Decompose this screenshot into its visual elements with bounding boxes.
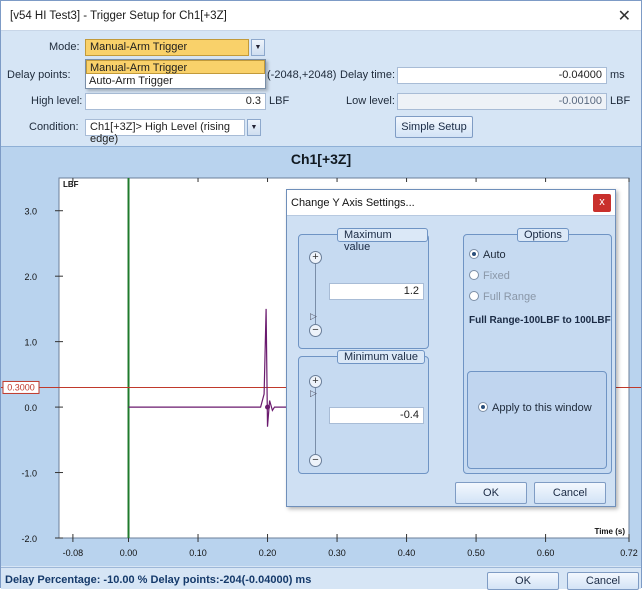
radio-apply-window[interactable]: Apply to this window xyxy=(478,402,592,414)
radio-fixed[interactable]: Fixed xyxy=(469,270,510,282)
y-axis-settings-dialog: Change Y Axis Settings... x Maximum valu… xyxy=(286,189,616,507)
trigger-level-label: 0.3000 xyxy=(7,382,35,392)
x-axis-label: Time (s) xyxy=(594,527,625,536)
mode-dropdown-arrow-icon[interactable]: ▼ xyxy=(251,39,265,56)
radio-dot-icon xyxy=(469,249,479,259)
radio-dot-icon xyxy=(469,270,479,280)
options-group: Options Auto Fixed Full Range Full Range… xyxy=(463,228,612,474)
delay-points-range: (-2048,+2048) xyxy=(267,69,337,81)
delay-time-input[interactable]: -0.04000 xyxy=(397,67,607,84)
x-tick-label: 0.20 xyxy=(259,548,277,558)
min-value-input[interactable]: -0.4 xyxy=(329,407,424,424)
radio-auto-label: Auto xyxy=(483,249,506,261)
radio-fixed-label: Fixed xyxy=(483,270,510,282)
apply-group: Apply to this window xyxy=(467,371,607,469)
y-tick-label: 1.0 xyxy=(24,338,37,348)
max-value-input[interactable]: 1.2 xyxy=(329,283,424,300)
min-increase-icon[interactable]: + xyxy=(309,375,322,388)
high-level-input[interactable]: 0.3 xyxy=(85,93,266,110)
trigger-setup-window: [v54 HI Test3] - Trigger Setup for Ch1[+… xyxy=(0,0,642,590)
x-tick-label: -0.08 xyxy=(63,548,84,558)
cancel-button[interactable]: Cancel xyxy=(567,572,639,590)
max-value-caption: Maximum value xyxy=(337,228,428,253)
title-bar: [v54 HI Test3] - Trigger Setup for Ch1[+… xyxy=(1,1,641,31)
high-level-unit: LBF xyxy=(269,95,290,107)
y-axis-label: LBF xyxy=(63,180,79,189)
min-decrease-icon[interactable]: − xyxy=(309,454,322,467)
radio-full-range[interactable]: Full Range xyxy=(469,291,536,303)
y-tick-label: 0.0 xyxy=(24,403,37,413)
radio-dot-icon xyxy=(478,402,488,412)
radio-full-label: Full Range xyxy=(483,291,537,303)
max-value-group: Maximum value + ▷ − 1.2 xyxy=(298,228,429,349)
y-tick-label: -2.0 xyxy=(21,534,37,544)
low-level-input[interactable]: -0.00100 xyxy=(397,93,607,110)
delay-time-label: Delay time: xyxy=(340,69,396,81)
min-slider-thumb-icon[interactable]: ▷ xyxy=(310,388,320,398)
min-value-group: Minimum value + ▷ − -0.4 xyxy=(298,350,429,474)
radio-dot-icon xyxy=(469,291,479,301)
mode-select[interactable]: Manual-Arm Trigger xyxy=(85,39,249,56)
condition-dropdown-arrow-icon[interactable]: ▼ xyxy=(247,119,261,136)
x-tick-label: 0.72 xyxy=(620,548,638,558)
y-tick-label: -1.0 xyxy=(21,469,37,479)
low-level-label: Low level: xyxy=(346,95,395,107)
condition-label: Condition: xyxy=(29,121,79,133)
max-slider-thumb-icon[interactable]: ▷ xyxy=(310,311,320,321)
apply-label: Apply to this window xyxy=(492,402,592,414)
mode-option-manual[interactable]: Manual-Arm Trigger xyxy=(86,60,265,74)
x-tick-label: 0.30 xyxy=(328,548,346,558)
radio-auto[interactable]: Auto xyxy=(469,249,506,261)
mode-label: Mode: xyxy=(49,41,80,53)
options-caption: Options xyxy=(517,228,569,242)
x-tick-label: 0.60 xyxy=(537,548,555,558)
x-tick-label: 0.40 xyxy=(398,548,416,558)
x-tick-label: 0.00 xyxy=(120,548,138,558)
high-level-label: High level: xyxy=(31,95,83,107)
dialog-ok-button[interactable]: OK xyxy=(455,482,527,504)
mode-option-auto[interactable]: Auto-Arm Trigger xyxy=(86,74,265,88)
condition-select[interactable]: Ch1[+3Z]> High Level (rising edge) xyxy=(85,119,245,145)
max-decrease-icon[interactable]: − xyxy=(309,324,322,337)
status-text: Delay Percentage: -10.00 % Delay points:… xyxy=(5,574,312,586)
spike-marker-dot xyxy=(265,404,271,410)
window-title: [v54 HI Test3] - Trigger Setup for Ch1[+… xyxy=(10,10,227,22)
dialog-title: Change Y Axis Settings... xyxy=(291,197,415,209)
x-tick-label: 0.50 xyxy=(467,548,485,558)
max-increase-icon[interactable]: + xyxy=(309,251,322,264)
delay-points-label: Delay points: xyxy=(7,69,71,81)
mode-dropdown-list: Manual-Arm Trigger Auto-Arm Trigger xyxy=(85,59,266,89)
dialog-title-bar: Change Y Axis Settings... x xyxy=(287,190,615,216)
min-value-caption: Minimum value xyxy=(337,350,425,364)
simple-setup-button[interactable]: Simple Setup xyxy=(395,116,473,138)
dialog-close-icon[interactable]: x xyxy=(593,194,611,212)
ok-button[interactable]: OK xyxy=(487,572,559,590)
dialog-cancel-button[interactable]: Cancel xyxy=(534,482,606,504)
full-range-text: Full Range-100LBF to 100LBF xyxy=(469,315,611,326)
low-level-unit: LBF xyxy=(610,95,631,107)
x-tick-label: 0.10 xyxy=(189,548,207,558)
close-icon[interactable]: ✕ xyxy=(618,6,631,26)
y-tick-label: 3.0 xyxy=(24,207,37,217)
delay-time-unit: ms xyxy=(610,69,625,81)
y-tick-label: 2.0 xyxy=(24,272,37,282)
